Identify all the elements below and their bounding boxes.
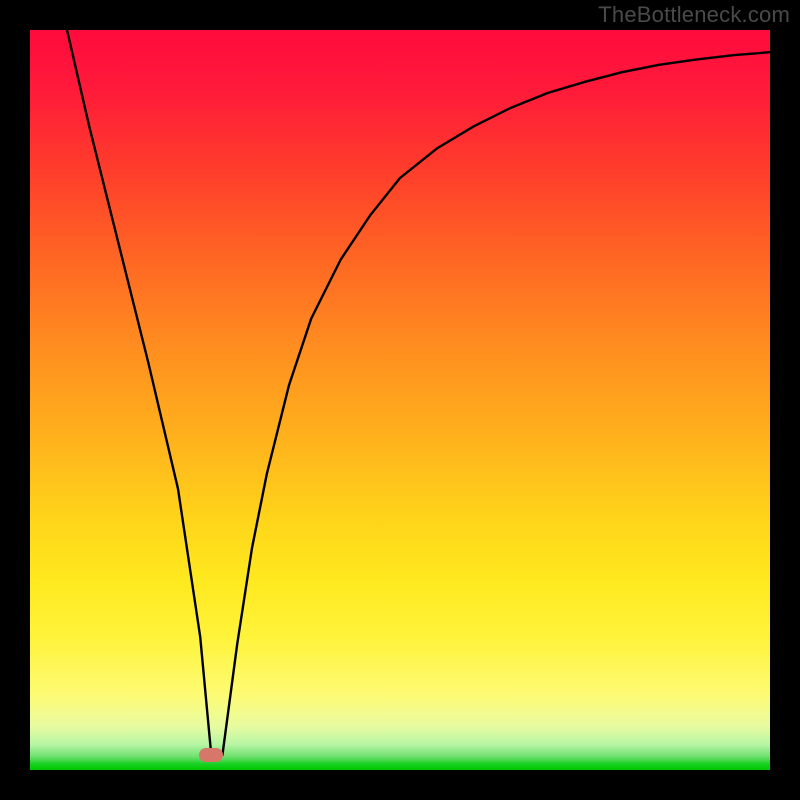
plot-area [30,30,770,770]
watermark-text: TheBottleneck.com [598,2,790,28]
bottleneck-curve [67,30,770,755]
curve-svg [30,30,770,770]
chart-frame: TheBottleneck.com [0,0,800,800]
optimum-marker [199,748,223,762]
